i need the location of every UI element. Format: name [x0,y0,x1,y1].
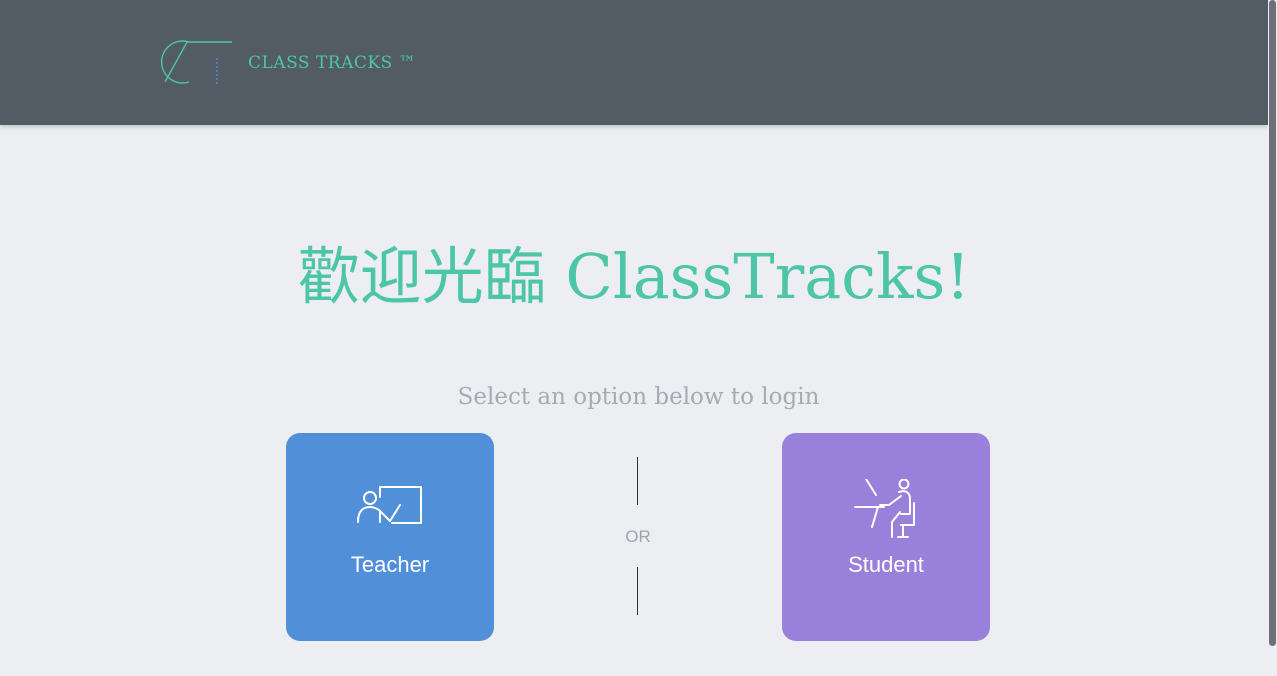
teacher-whiteboard-icon [357,486,422,524]
student-login-button[interactable]: Student [782,433,990,641]
separator-line-top [637,457,638,505]
separator-line-bottom [637,567,638,615]
welcome-title: 歡迎光臨 ClassTracks! [297,240,971,313]
login-prompt: Select an option below to login [457,384,820,410]
class-tracks-logo-icon[interactable] [147,40,237,86]
teacher-label: Teacher [350,552,430,577]
student-label: Student [848,552,924,577]
or-separator: OR [625,527,651,546]
brand-name[interactable]: CLASS TRACKS ™ [248,53,416,73]
teacher-login-button[interactable]: Teacher [286,433,494,641]
scrollbar-thumb[interactable] [1269,0,1276,646]
student-desk-icon [854,479,915,538]
top-header: CLASS TRACKS ™ [0,0,1268,125]
scrollbar-track[interactable] [1268,0,1277,676]
